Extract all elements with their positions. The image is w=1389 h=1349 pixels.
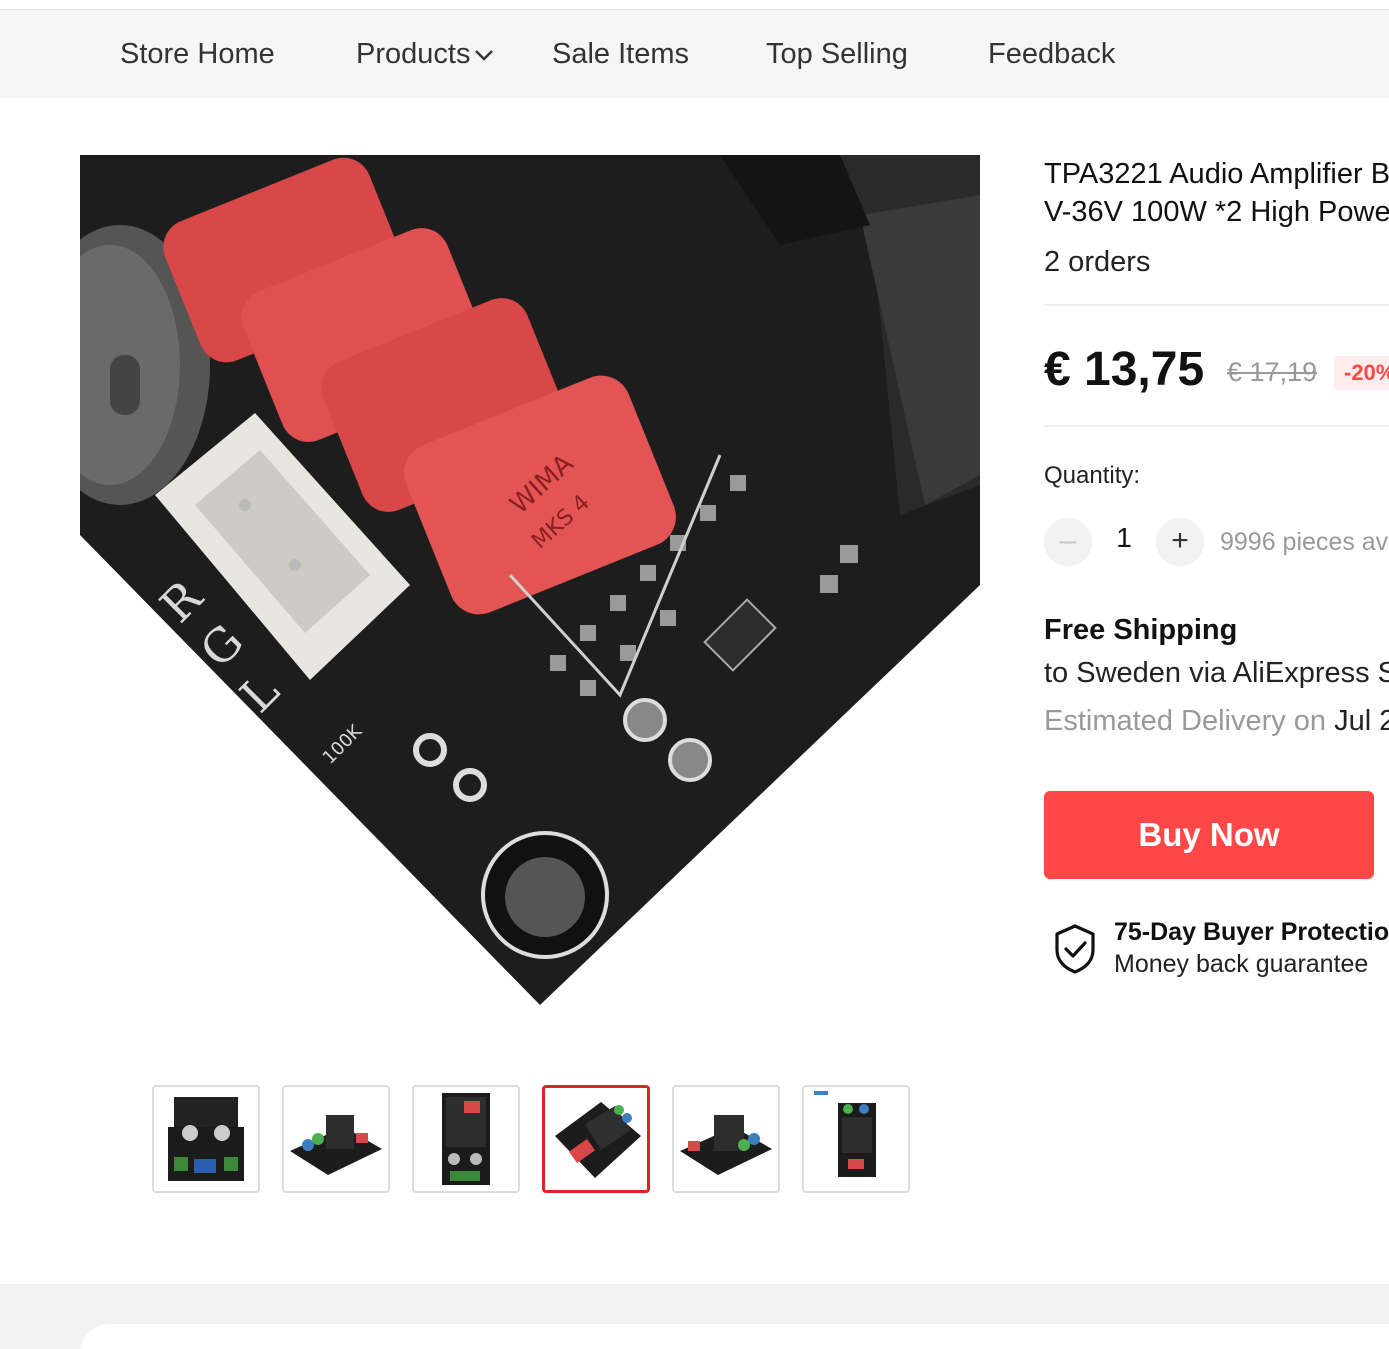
- thumbnail-4-selected[interactable]: [542, 1085, 650, 1193]
- product-title: TPA3221 Audio Amplifier B V-36V 100W *2 …: [1044, 155, 1389, 231]
- store-nav: Store Home Products Sale Items Top Selli…: [0, 10, 1389, 98]
- product-title-line-2: V-36V 100W *2 High Power: [1044, 196, 1389, 228]
- thumbnail-5[interactable]: [672, 1085, 780, 1193]
- main-product-image[interactable]: WIMA MKS 4 R G L 100K: [80, 155, 980, 1005]
- discount-badge: -20%: [1334, 356, 1389, 390]
- original-price: € 17,19: [1227, 357, 1318, 387]
- footer-card: [80, 1324, 1389, 1349]
- order-count: 2 orders: [1044, 246, 1151, 278]
- delivery-label: Estimated Delivery on: [1044, 705, 1327, 737]
- top-border: [0, 0, 1389, 10]
- nav-products[interactable]: Products: [356, 10, 494, 98]
- available-stock: 9996 pieces ava: [1220, 528, 1389, 556]
- thumbnail-1[interactable]: [152, 1085, 260, 1193]
- buyer-protection-title: 75-Day Buyer Protectio: [1114, 918, 1389, 946]
- current-price: € 13,75: [1044, 343, 1205, 396]
- shipping-destination[interactable]: to Sweden via AliExpress S: [1044, 657, 1389, 690]
- buy-now-button[interactable]: Buy Now: [1044, 791, 1374, 879]
- plus-icon: +: [1171, 524, 1189, 557]
- quantity-decrease-button[interactable]: –: [1044, 518, 1092, 566]
- delivery-date: Jul 2: [1334, 705, 1389, 737]
- shield-check-icon: [1052, 923, 1098, 975]
- estimated-delivery: Estimated Delivery on Jul 2: [1044, 705, 1389, 738]
- nav-feedback[interactable]: Feedback: [988, 10, 1115, 98]
- chevron-down-icon: [474, 9, 494, 97]
- thumbnail-6[interactable]: [802, 1085, 910, 1193]
- thumbnail-strip: [152, 1085, 912, 1193]
- quantity-increase-button[interactable]: +: [1156, 518, 1204, 566]
- quantity-label: Quantity:: [1044, 462, 1141, 489]
- divider: [1044, 304, 1389, 306]
- nav-products-label: Products: [356, 38, 471, 70]
- minus-icon: –: [1059, 524, 1077, 557]
- product-info-panel: TPA3221 Audio Amplifier B V-36V 100W *2 …: [1044, 150, 1389, 1020]
- thumbnail-2[interactable]: [282, 1085, 390, 1193]
- nav-sale-items[interactable]: Sale Items: [552, 10, 689, 98]
- thumbnail-3[interactable]: [412, 1085, 520, 1193]
- product-title-line-1: TPA3221 Audio Amplifier B: [1044, 158, 1389, 190]
- shipping-title: Free Shipping: [1044, 614, 1238, 646]
- buyer-protection-subtitle: Money back guarantee: [1114, 950, 1369, 978]
- quantity-value[interactable]: 1: [1110, 522, 1138, 554]
- nav-top-selling[interactable]: Top Selling: [766, 10, 908, 98]
- divider: [1044, 425, 1389, 427]
- nav-store-home[interactable]: Store Home: [120, 10, 275, 98]
